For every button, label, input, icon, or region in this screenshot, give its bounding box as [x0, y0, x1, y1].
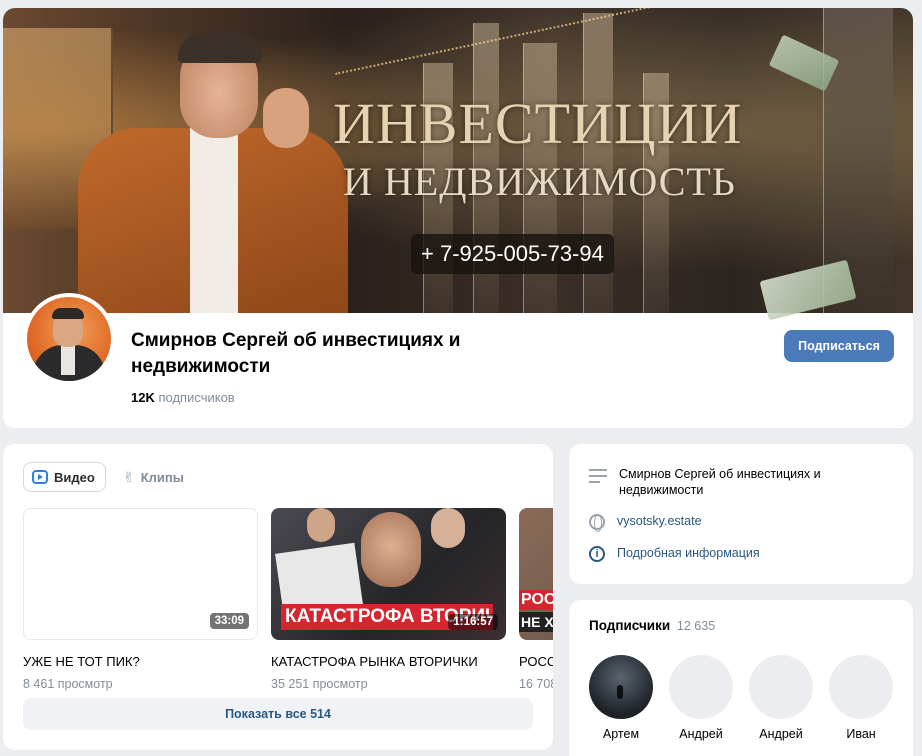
play-icon: [32, 470, 48, 484]
tab-video[interactable]: Видео: [23, 462, 106, 492]
videos-section: Видео ✌ Клипы 33:09 УЖЕ НЕ ТОТ ПИК? 8 46…: [3, 444, 553, 750]
avatar[interactable]: [829, 655, 893, 719]
video-views: 16 708: [519, 677, 553, 691]
subscribe-button[interactable]: Подписаться: [784, 330, 894, 362]
subscriber-item[interactable]: Иван: [828, 655, 894, 741]
more-info-link[interactable]: Подробная информация: [617, 546, 760, 560]
video-title[interactable]: УЖЕ НЕ ТОТ ПИК?: [23, 654, 258, 669]
subscriber-count: 12K подписчиков: [131, 390, 235, 405]
channel-name: Смирнов Сергей об инвестициях и недвижим…: [131, 330, 461, 377]
info-website-row: vysotsky.estate: [589, 514, 702, 532]
show-all-videos-button[interactable]: Показать все 514: [23, 698, 533, 730]
subscribers-title[interactable]: Подписчики 12 635: [589, 618, 715, 633]
video-duration: 33:09: [209, 613, 249, 629]
channel-avatar[interactable]: [23, 293, 115, 385]
globe-icon: [589, 514, 605, 532]
subscriber-item[interactable]: Андрей: [668, 655, 734, 741]
avatar[interactable]: [749, 655, 813, 719]
channel-description: Смирнов Сергей об инвестициях и недвижим…: [619, 467, 821, 497]
tab-clips-label: Клипы: [140, 469, 184, 485]
subscriber-item[interactable]: Артем: [588, 655, 654, 741]
website-link[interactable]: vysotsky.estate: [617, 514, 702, 528]
subscriber-name: Андрей: [759, 727, 803, 741]
subscriber-name: Артем: [602, 727, 640, 741]
cover-phone: + 7-925-005-73-94: [411, 234, 614, 274]
video-views: 8 461 просмотр: [23, 677, 113, 691]
subscribers-card: Подписчики 12 635 Артем Андрей Андрей Ив…: [569, 600, 913, 756]
info-description-row: Смирнов Сергей об инвестициях и недвижим…: [589, 466, 849, 498]
subscriber-count-value: 12K: [131, 390, 155, 405]
thumbnail-banner-text: РОС: [519, 590, 553, 610]
text-lines-icon: [589, 469, 607, 483]
channel-header-card: ИНВЕСТИЦИИ И НЕДВИЖИМОСТЬ + 7-925-005-73…: [3, 8, 913, 428]
video-thumbnail[interactable]: КАТАСТРОФА ВТОРИЧКИ 1:16:57: [271, 508, 506, 640]
info-icon: i: [589, 546, 605, 562]
thumbnail-banner-text: НЕ Х: [519, 612, 553, 632]
subscribers-title-label: Подписчики: [589, 618, 671, 633]
video-thumbnail[interactable]: РОС НЕ Х: [519, 508, 553, 640]
subscriber-name: Иван: [846, 727, 876, 741]
cover-person-photo: [78, 33, 348, 313]
tab-video-label: Видео: [54, 469, 95, 485]
video-item[interactable]: КАТАСТРОФА ВТОРИЧКИ 1:16:57 КАТАСТРОФА Р…: [271, 508, 506, 691]
subscriber-name: Андрей: [679, 727, 723, 741]
subscribers-total: 12 635: [676, 619, 716, 633]
channel-info-card: Смирнов Сергей об инвестициях и недвижим…: [569, 444, 913, 584]
video-duration: 1:16:57: [448, 614, 498, 630]
avatar[interactable]: [589, 655, 653, 719]
subscriber-item[interactable]: Андрей: [748, 655, 814, 741]
tab-clips[interactable]: ✌ Клипы: [123, 462, 184, 492]
video-title[interactable]: КАТАСТРОФА РЫНКА ВТОРИЧКИ: [271, 654, 506, 669]
video-title[interactable]: РОСС: [519, 654, 553, 669]
video-item[interactable]: РОС НЕ Х РОСС 16 708: [519, 508, 553, 691]
video-views: 35 251 просмотр: [271, 677, 368, 691]
info-more-row: i Подробная информация: [589, 546, 760, 562]
clips-icon: ✌: [123, 468, 135, 485]
channel-cover-image: ИНВЕСТИЦИИ И НЕДВИЖИМОСТЬ + 7-925-005-73…: [3, 8, 913, 321]
video-thumbnail[interactable]: 33:09: [23, 508, 258, 640]
video-item[interactable]: 33:09 УЖЕ НЕ ТОТ ПИК? 8 461 просмотр: [23, 508, 258, 691]
cover-title-line2: И НЕДВИЖИМОСТЬ: [343, 159, 736, 204]
cover-title-line1: ИНВЕСТИЦИИ: [333, 91, 743, 156]
avatar[interactable]: [669, 655, 733, 719]
subscriber-count-label: подписчиков: [158, 390, 235, 405]
